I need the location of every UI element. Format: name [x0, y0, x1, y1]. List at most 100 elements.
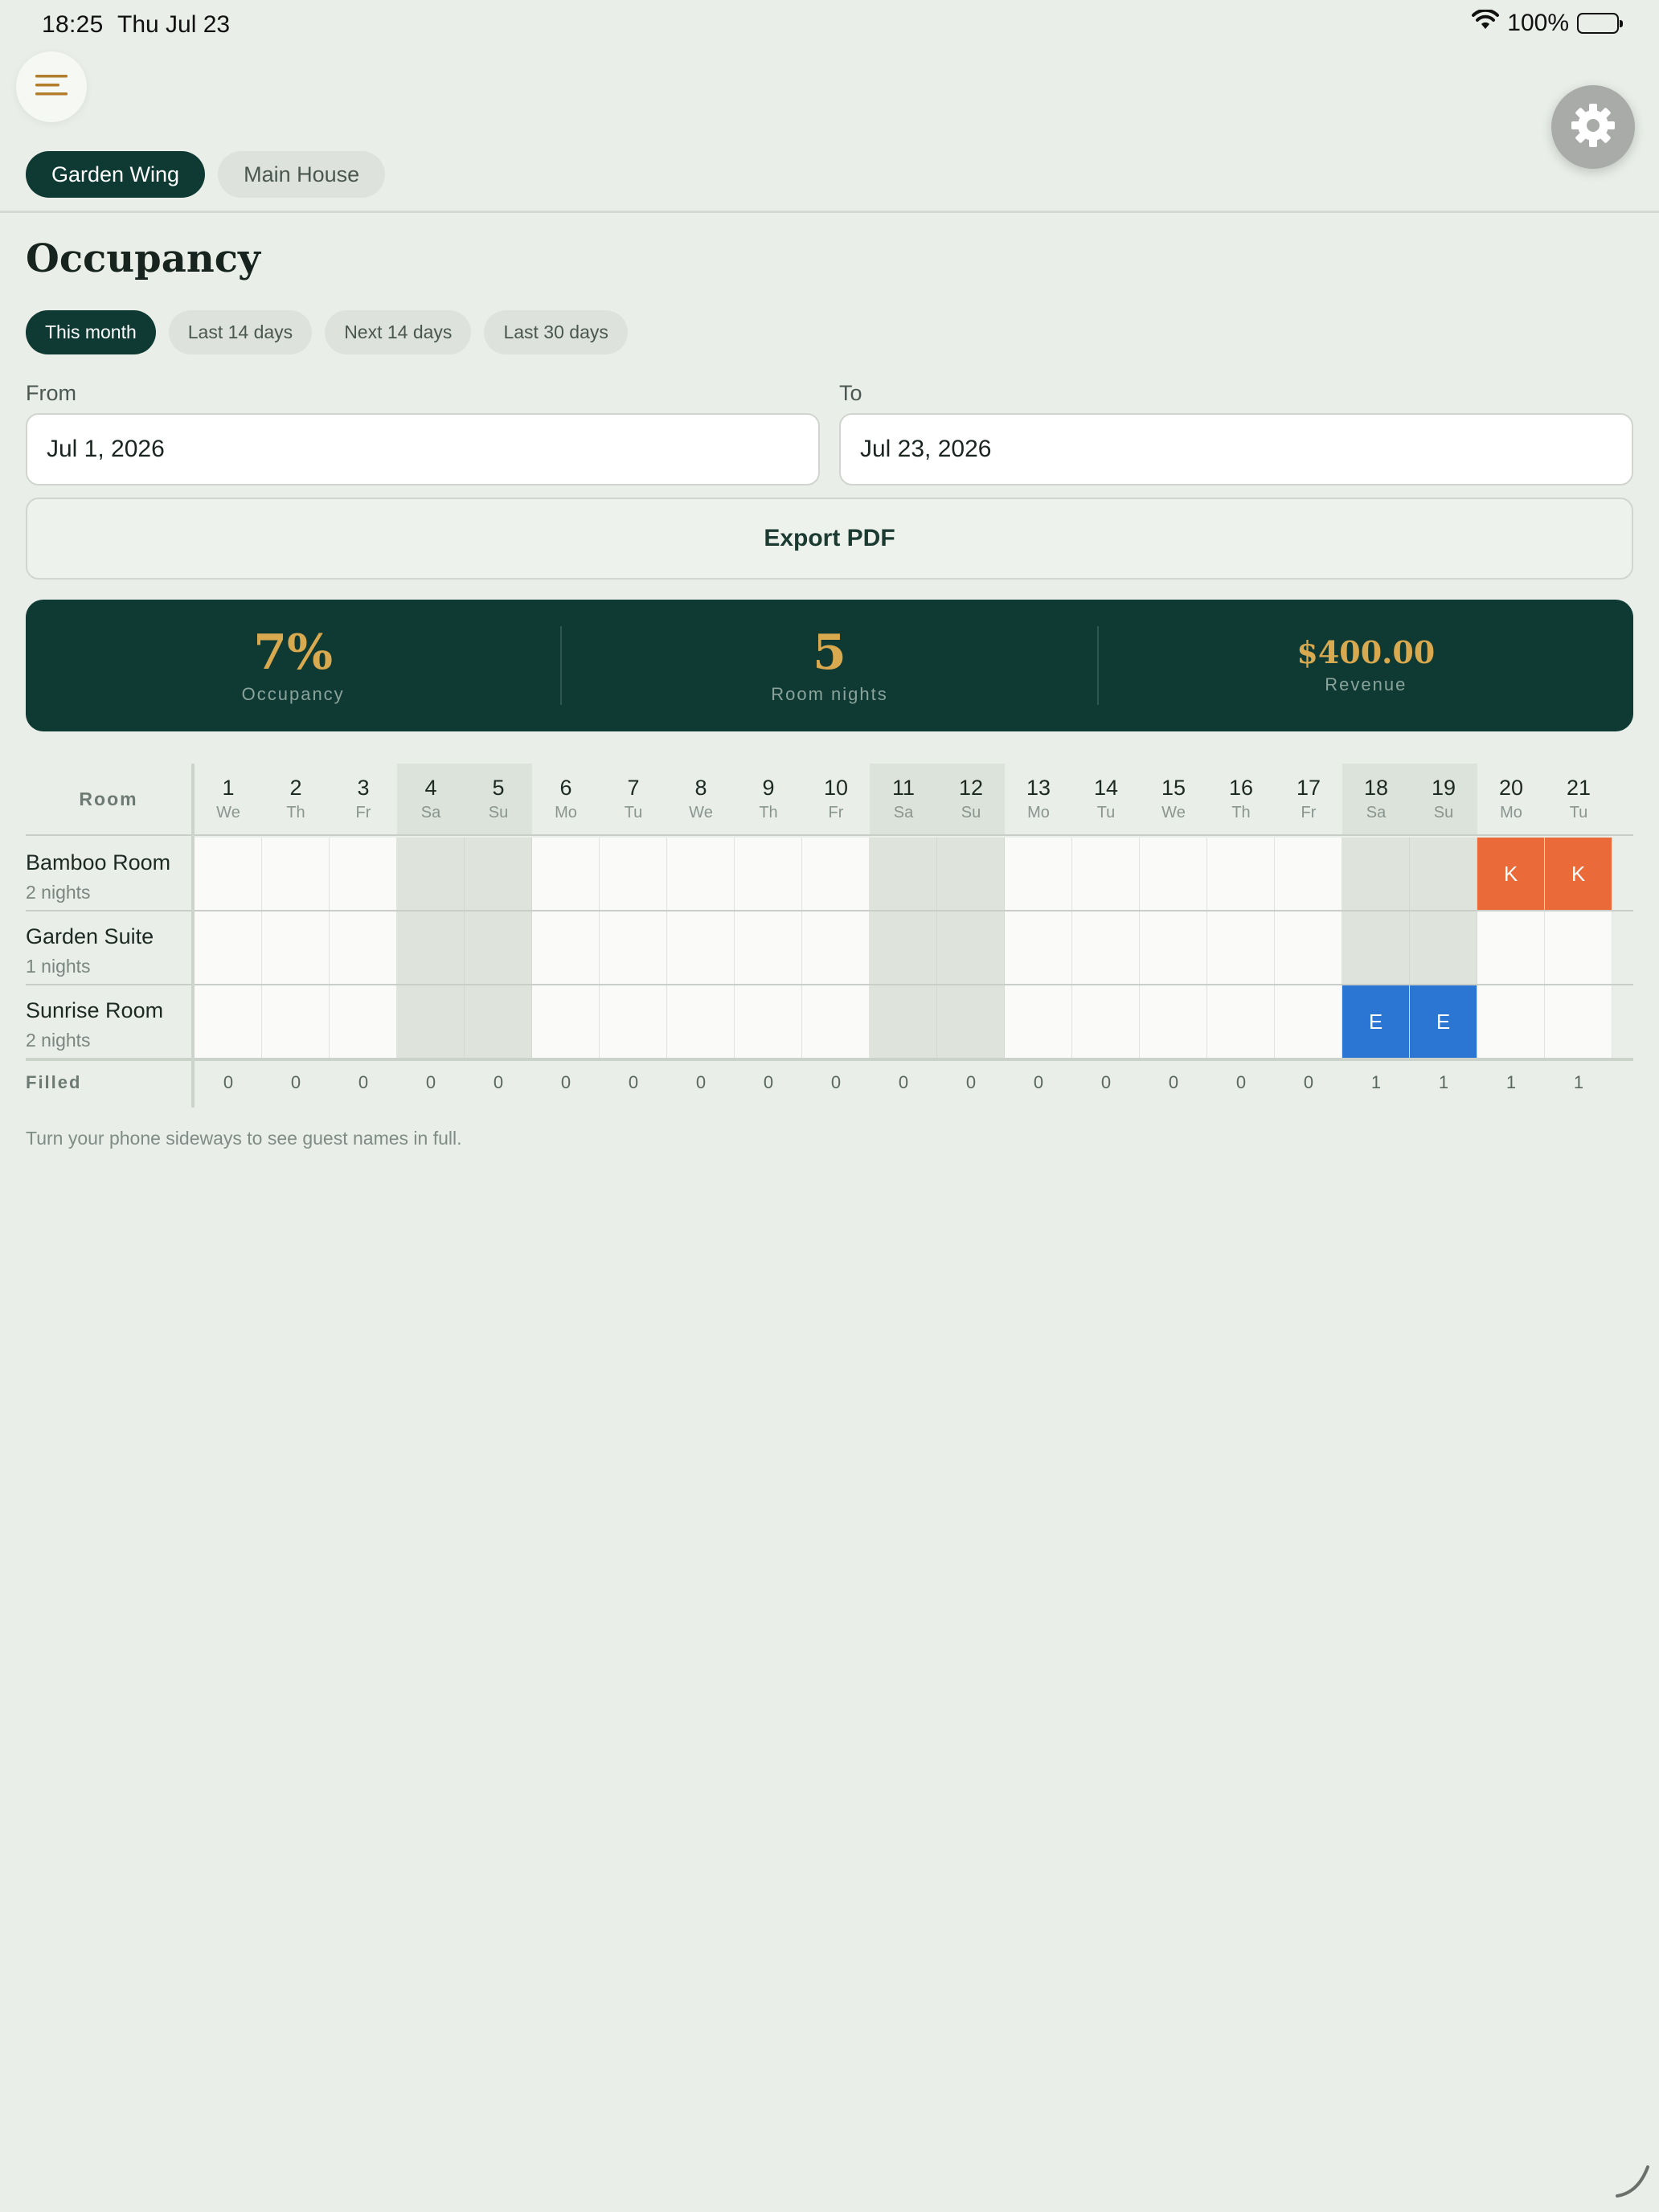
empty-cell[interactable] [1140, 838, 1207, 910]
day-of-week: Sa [420, 804, 441, 821]
empty-cell[interactable] [870, 985, 937, 1058]
empty-cell[interactable] [870, 911, 937, 984]
empty-cell[interactable] [1342, 838, 1410, 910]
day-of-week: Sa [893, 804, 914, 821]
day-header: 16 Th [1207, 764, 1275, 834]
empty-cell[interactable] [195, 838, 262, 910]
chip-last-30-days[interactable]: Last 30 days [484, 310, 628, 354]
row-divider [26, 1058, 1633, 1061]
tab-main-house[interactable]: Main House [218, 151, 386, 198]
empty-cell[interactable] [532, 985, 600, 1058]
empty-cell[interactable] [532, 911, 600, 984]
empty-cell[interactable] [802, 838, 870, 910]
page-title: Occupancy [26, 236, 260, 281]
empty-cell[interactable] [735, 911, 802, 984]
day-number: 18 [1363, 776, 1389, 800]
from-date-field[interactable]: Jul 1, 2026 [26, 413, 820, 485]
day-number: 17 [1296, 776, 1321, 800]
empty-cell[interactable] [937, 911, 1005, 984]
empty-cell[interactable] [1207, 838, 1275, 910]
booking-cell[interactable]: E [1342, 985, 1410, 1058]
empty-cell[interactable] [1072, 911, 1140, 984]
empty-cell[interactable] [937, 985, 1005, 1058]
empty-cell[interactable] [330, 985, 397, 1058]
empty-cell[interactable] [1477, 985, 1545, 1058]
empty-cell[interactable] [1342, 911, 1410, 984]
stats-panel: 7% Occupancy 5 Room nights $400.00 Reven… [26, 600, 1633, 731]
empty-cell[interactable] [330, 838, 397, 910]
empty-cell[interactable] [667, 985, 735, 1058]
to-date-field[interactable]: Jul 23, 2026 [839, 413, 1633, 485]
room-row-label[interactable]: Garden Suite 1 nights [26, 911, 186, 977]
empty-cell[interactable] [532, 838, 600, 910]
empty-cell[interactable] [1140, 911, 1207, 984]
booking-cell[interactable]: K [1477, 838, 1545, 910]
empty-cell[interactable] [1072, 838, 1140, 910]
empty-cell[interactable] [1410, 838, 1477, 910]
empty-cell[interactable] [1275, 838, 1342, 910]
chip-this-month[interactable]: This month [26, 310, 156, 354]
empty-cell[interactable] [1005, 838, 1072, 910]
empty-cell[interactable] [465, 911, 532, 984]
empty-cell[interactable] [667, 911, 735, 984]
empty-cell[interactable] [1207, 985, 1275, 1058]
empty-cell[interactable] [397, 838, 465, 910]
day-header: 1 We [195, 764, 262, 834]
day-of-week: Mo [1027, 804, 1050, 821]
empty-cell[interactable] [397, 985, 465, 1058]
empty-cell[interactable] [937, 838, 1005, 910]
empty-cell[interactable] [1275, 911, 1342, 984]
day-number: 2 [289, 776, 302, 800]
empty-cell[interactable] [1140, 985, 1207, 1058]
empty-cell[interactable] [1275, 985, 1342, 1058]
empty-cell[interactable] [1005, 985, 1072, 1058]
empty-cell[interactable] [735, 838, 802, 910]
empty-cell[interactable] [1072, 985, 1140, 1058]
filled-count: 0 [1168, 1072, 1179, 1092]
empty-cell[interactable] [600, 838, 667, 910]
day-number: 8 [694, 776, 707, 800]
filled-count: 0 [1235, 1072, 1247, 1092]
day-header: 6 Mo [532, 764, 600, 834]
day-header: 7 Tu [600, 764, 667, 834]
day-number: 20 [1498, 776, 1524, 800]
empty-cell[interactable] [600, 911, 667, 984]
empty-cell[interactable] [465, 838, 532, 910]
empty-cell[interactable] [1410, 911, 1477, 984]
export-pdf-button[interactable]: Export PDF [26, 498, 1633, 580]
room-row-label[interactable]: Bamboo Room 2 nights [26, 838, 186, 903]
day-of-week: Sa [1366, 804, 1387, 821]
tab-garden-wing[interactable]: Garden Wing [26, 151, 206, 198]
empty-cell[interactable] [1477, 911, 1545, 984]
empty-cell[interactable] [262, 985, 330, 1058]
empty-cell[interactable] [195, 911, 262, 984]
empty-cell[interactable] [667, 838, 735, 910]
empty-cell[interactable] [262, 838, 330, 910]
chip-last-14-days[interactable]: Last 14 days [168, 310, 313, 354]
empty-cell[interactable] [195, 985, 262, 1058]
empty-cell[interactable] [465, 985, 532, 1058]
empty-cell[interactable] [1005, 911, 1072, 984]
empty-cell[interactable] [802, 985, 870, 1058]
empty-cell[interactable] [1545, 985, 1612, 1058]
day-header: 11 Sa [870, 764, 937, 834]
filled-count: 1 [1505, 1072, 1517, 1092]
room-row-label[interactable]: Sunrise Room 2 nights [26, 985, 186, 1051]
menu-button[interactable] [16, 51, 87, 122]
room-column-header: Room [79, 788, 138, 809]
empty-cell[interactable] [1545, 911, 1612, 984]
empty-cell[interactable] [262, 911, 330, 984]
empty-cell[interactable] [397, 911, 465, 984]
empty-cell[interactable] [1207, 911, 1275, 984]
day-number: 14 [1093, 776, 1119, 800]
chip-next-14-days[interactable]: Next 14 days [325, 310, 472, 354]
empty-cell[interactable] [735, 985, 802, 1058]
empty-cell[interactable] [802, 911, 870, 984]
booking-cell[interactable]: K [1545, 838, 1612, 910]
booking-cell[interactable]: E [1410, 985, 1477, 1058]
empty-cell[interactable] [870, 838, 937, 910]
empty-cell[interactable] [600, 985, 667, 1058]
settings-button[interactable] [1551, 85, 1635, 169]
empty-cell[interactable] [330, 911, 397, 984]
day-number: 11 [891, 776, 916, 800]
